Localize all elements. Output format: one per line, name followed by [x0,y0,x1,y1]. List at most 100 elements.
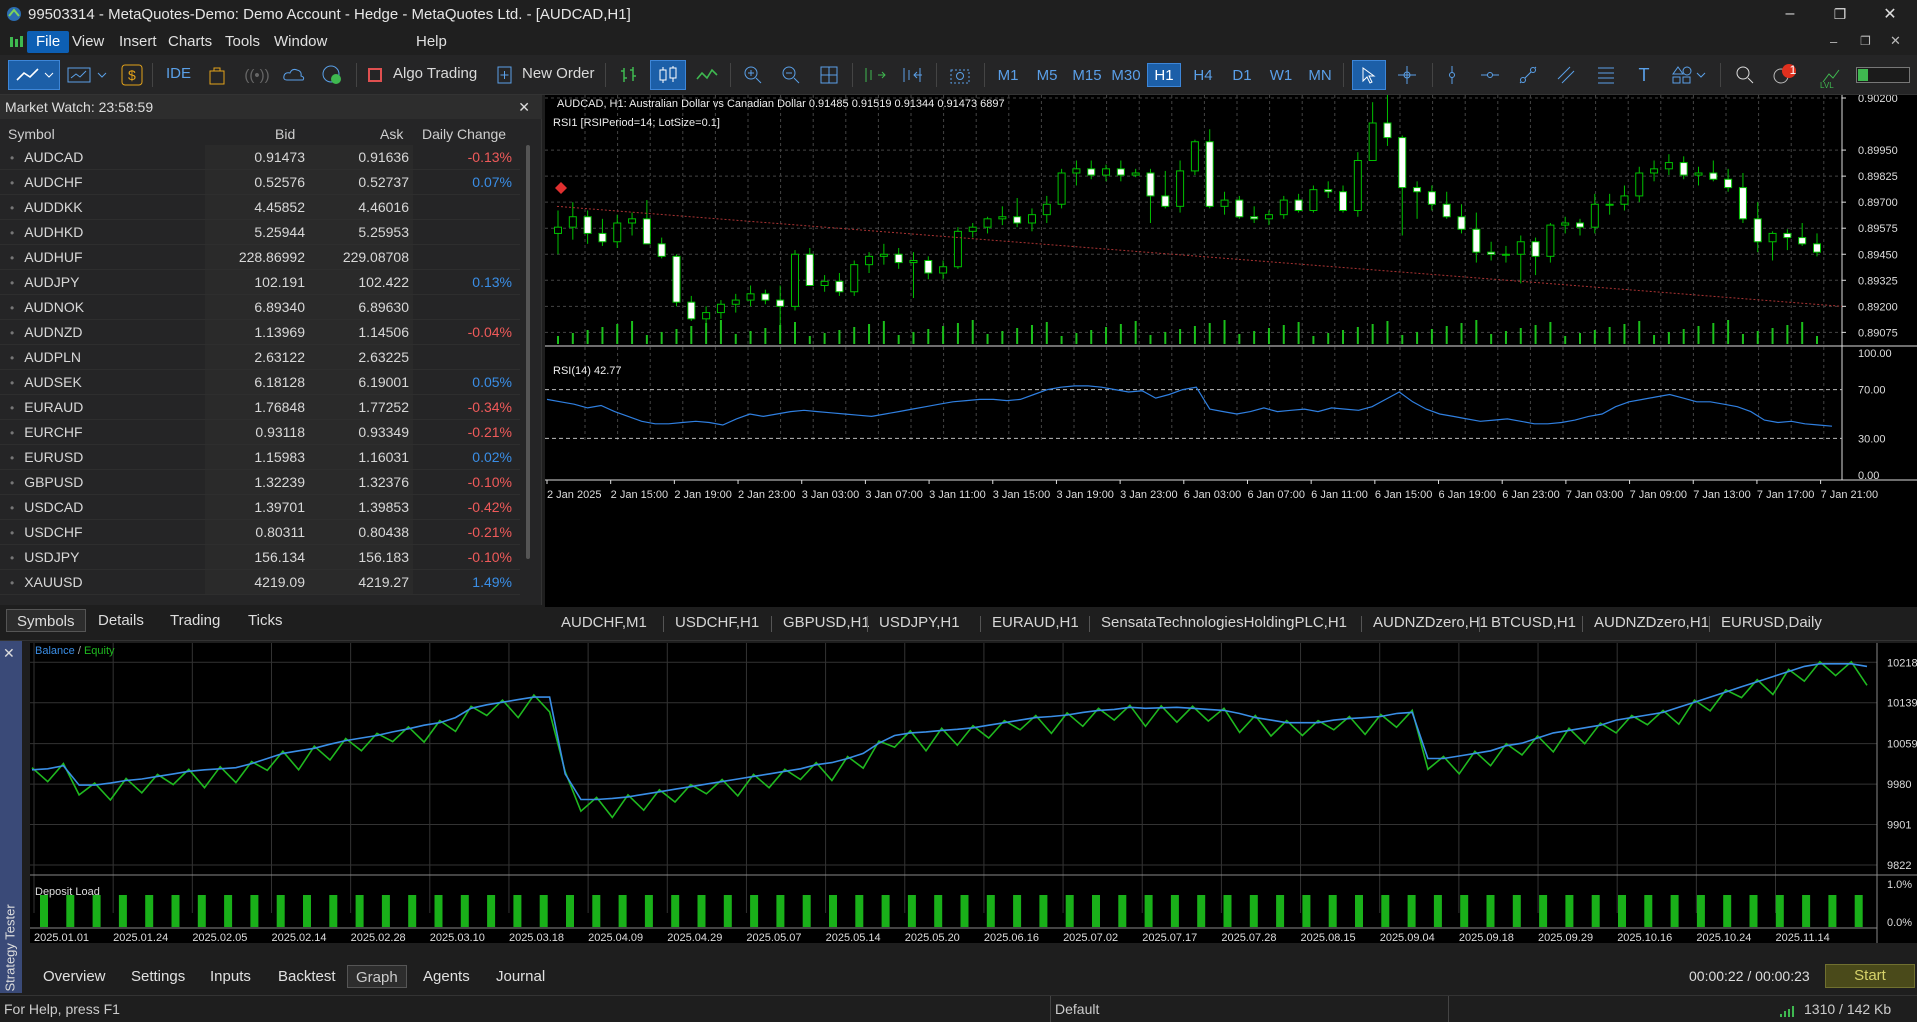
tab-agents[interactable]: Agents [415,965,478,988]
chart-tab[interactable]: USDCHF,H1 [675,614,759,631]
chart-tab[interactable]: SensataTechnologiesHoldingPLC,H1 [1101,614,1347,631]
menu-help[interactable]: Help [407,31,456,53]
market-watch-row[interactable]: AUDHKD 5.25944 5.25953 [0,220,520,245]
search-icon[interactable] [1730,60,1760,90]
chart-tab[interactable]: USDJPY,H1 [879,614,960,631]
price-chart[interactable]: 0.90200 0.89950 0.89825 0.89700 0.89575 0.894… [545,85,1917,607]
tab-details[interactable]: Details [88,609,154,632]
market-bag-icon[interactable] [204,60,230,90]
tf-m1[interactable]: M1 [991,63,1025,87]
chart-shift-icon[interactable] [896,60,928,90]
chart-tab[interactable]: BTCUSD,H1 [1491,614,1576,631]
horizontal-line-icon[interactable] [1476,60,1504,90]
tab-settings[interactable]: Settings [123,965,193,988]
restore-button[interactable]: ❐ [1815,0,1865,28]
tab-inputs[interactable]: Inputs [202,965,259,988]
market-watch-row[interactable]: USDCAD 1.39701 1.39853 -0.42% [0,495,520,520]
market-watch-row[interactable]: EURCHF 0.93118 0.93349 -0.21% [0,420,520,445]
market-watch-row[interactable]: AUDNOK 6.89340 6.89630 [0,295,520,320]
trendline-icon[interactable] [1514,60,1542,90]
close-button[interactable]: ✕ [1865,0,1915,28]
algo-trading-stop-icon[interactable] [364,60,386,90]
signal-icon[interactable]: ((•)) [244,60,270,90]
cursor-icon[interactable] [1352,60,1386,90]
channel-icon[interactable] [1552,60,1580,90]
close-icon[interactable]: ✕ [518,95,530,119]
market-watch-row[interactable]: XAUUSD 4219.09 4219.27 1.49% [0,570,520,595]
algo-trading-button[interactable]: Algo Trading [393,65,477,82]
zoom-in-icon[interactable] [738,60,768,90]
fibonacci-icon[interactable] [1592,60,1620,90]
screenshot-icon[interactable] [944,60,976,90]
tf-m30[interactable]: M30 [1107,63,1145,87]
candlestick-icon[interactable] [650,60,686,90]
tab-journal[interactable]: Journal [488,965,553,988]
chart-tab[interactable]: AUDNZDzero,H1 [1373,614,1488,631]
chart-bars-icon[interactable] [8,34,24,50]
market-watch-scrollbar[interactable] [526,145,530,559]
shapes-icon[interactable] [1668,60,1712,90]
new-order-button[interactable]: New Order [522,65,595,82]
chart-tab[interactable]: EURUSD,Daily [1721,614,1822,631]
crosshair-icon[interactable] [1392,60,1422,90]
menu-insert[interactable]: Insert [110,31,166,53]
chart-tab[interactable]: AUDNZDzero,H1 [1594,614,1709,631]
market-watch-row[interactable]: AUDCHF 0.52576 0.52737 0.07% [0,170,520,195]
market-watch-row[interactable]: USDJPY 156.134 156.183 -0.10% [0,545,520,570]
tab-overview[interactable]: Overview [35,965,114,988]
tab-graph[interactable]: Graph [347,965,407,988]
menu-charts[interactable]: Charts [159,31,221,53]
autoscroll-icon[interactable] [858,60,890,90]
mdi-restore-icon[interactable]: ❐ [1860,34,1871,48]
bar-chart-icon[interactable] [614,60,644,90]
market-watch-row[interactable]: EURUSD 1.15983 1.16031 0.02% [0,445,520,470]
tile-windows-icon[interactable] [814,60,844,90]
market-watch-row[interactable]: EURAUD 1.76848 1.77252 -0.34% [0,395,520,420]
chart-tab[interactable]: EURAUD,H1 [992,614,1079,631]
tab-backtest[interactable]: Backtest [270,965,344,988]
tf-m5[interactable]: M5 [1030,63,1064,87]
market-watch-row[interactable]: USDCHF 0.80311 0.80438 -0.21% [0,520,520,545]
text-tool-icon[interactable]: T [1630,60,1658,90]
col-ask[interactable]: Ask [380,123,403,145]
mdi-minimize-icon[interactable]: – [1830,34,1837,49]
market-watch-row[interactable]: AUDNZD 1.13969 1.14506 -0.04% [0,320,520,345]
start-button[interactable]: Start [1825,964,1915,988]
col-bid[interactable]: Bid [275,123,295,145]
tab-symbols[interactable]: Symbols [6,609,86,632]
templates-icon[interactable] [64,60,112,90]
tab-trading[interactable]: Trading [160,609,230,632]
minimize-button[interactable]: – [1765,0,1815,28]
line-chart-icon[interactable] [692,60,722,90]
market-watch-row[interactable]: AUDDKK 4.45852 4.46016 [0,195,520,220]
market-watch-row[interactable]: AUDSEK 6.18128 6.19001 0.05% [0,370,520,395]
market-watch-row[interactable]: AUDPLN 2.63122 2.63225 [0,345,520,370]
ide-button[interactable]: IDE [166,65,191,82]
balance-equity-graph[interactable]: 10218 10139 10059 9980 9901 9822 1.0% 0.0% 2025.… [30,643,1917,944]
dollar-icon[interactable]: $ [118,60,146,90]
tab-ticks[interactable]: Ticks [238,609,292,632]
vertical-line-icon[interactable] [1438,60,1466,90]
mdi-close-icon[interactable]: ✕ [1890,33,1901,49]
col-daily-change[interactable]: Daily Change [422,123,506,145]
market-watch-row[interactable]: AUDJPY 102.191 102.422 0.13% [0,270,520,295]
cloud-icon[interactable] [280,60,308,90]
chart-type-line-icon[interactable] [8,60,60,90]
col-symbol[interactable]: Symbol [8,123,55,145]
market-watch-row[interactable]: AUDHUF 228.86992 229.08708 [0,245,520,270]
tf-h1[interactable]: H1 [1147,63,1181,87]
zoom-out-icon[interactable] [776,60,806,90]
menu-tools[interactable]: Tools [216,31,269,53]
menu-window[interactable]: Window [265,31,336,53]
new-order-icon[interactable] [494,60,516,90]
tf-d1[interactable]: D1 [1225,63,1259,87]
vps-icon[interactable] [318,60,346,90]
market-watch-row[interactable]: GBPUSD 1.32239 1.32376 -0.10% [0,470,520,495]
tf-m15[interactable]: M15 [1068,63,1106,87]
chart-tab[interactable]: AUDCHF,M1 [561,614,647,631]
tf-mn[interactable]: MN [1303,63,1337,87]
tester-close-icon[interactable]: ✕ [3,645,15,662]
chart-tab[interactable]: GBPUSD,H1 [783,614,870,631]
tf-w1[interactable]: W1 [1264,63,1298,87]
tf-h4[interactable]: H4 [1186,63,1220,87]
